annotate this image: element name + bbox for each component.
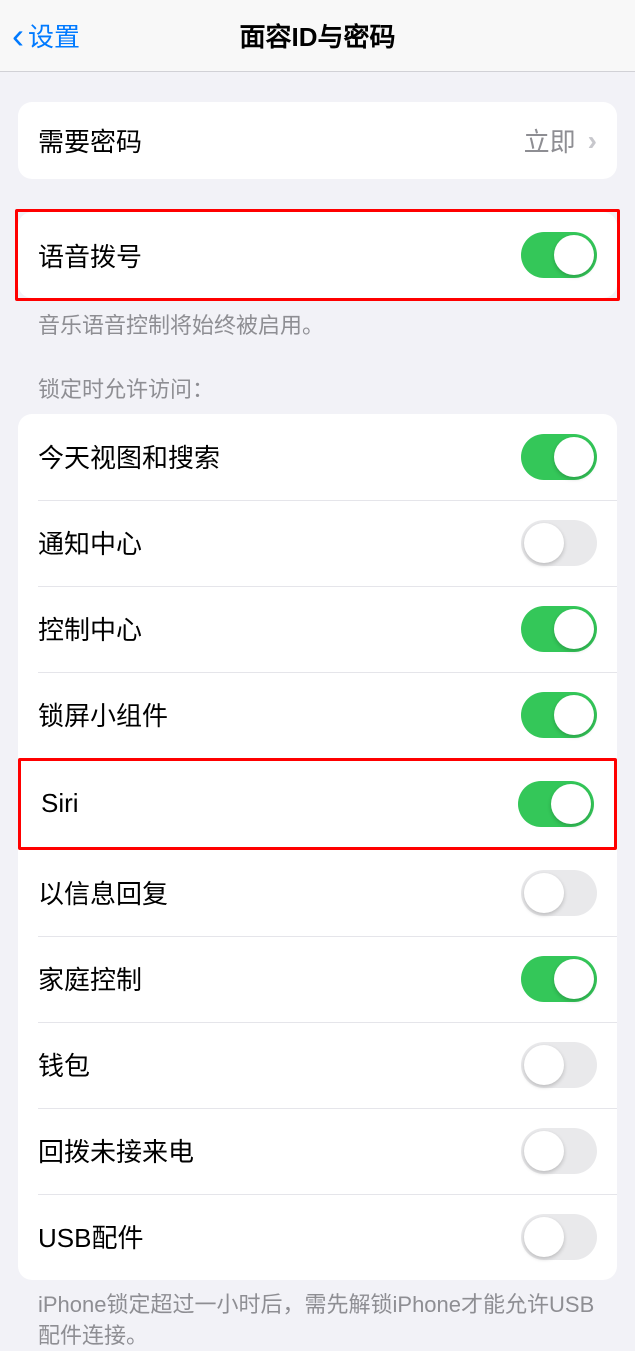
lock-item-row: 通知中心	[18, 500, 617, 586]
lock-item-toggle[interactable]	[521, 434, 597, 480]
require-passcode-row[interactable]: 需要密码 立即 ›	[18, 102, 617, 179]
toggle-knob	[554, 235, 594, 275]
toggle-knob	[524, 1045, 564, 1085]
lock-item-row: 钱包	[18, 1022, 617, 1108]
siri-highlight: Siri	[18, 758, 617, 850]
nav-header: ‹ 设置 面容ID与密码	[0, 0, 635, 72]
toggle-knob	[524, 1217, 564, 1257]
toggle-knob	[554, 609, 594, 649]
voice-dial-toggle[interactable]	[521, 232, 597, 278]
require-passcode-value-wrap: 立即 ›	[524, 122, 597, 159]
lock-item-label: 锁屏小组件	[38, 696, 168, 733]
lock-item-toggle[interactable]	[521, 606, 597, 652]
lock-item-toggle[interactable]	[521, 870, 597, 916]
require-passcode-value: 立即	[524, 122, 576, 159]
voice-dial-group: 语音拨号	[18, 212, 617, 298]
lock-item-toggle[interactable]	[521, 1042, 597, 1088]
lock-item-toggle[interactable]	[518, 781, 594, 827]
chevron-right-icon: ›	[588, 125, 597, 157]
voice-dial-row: 语音拨号	[18, 212, 617, 298]
lock-item-label: USB配件	[38, 1218, 143, 1255]
lock-item-label: 钱包	[38, 1046, 90, 1083]
lock-section-header: 锁定时允许访问：	[18, 342, 617, 414]
lock-item-row: Siri	[21, 761, 614, 847]
lock-item-label: 控制中心	[38, 610, 142, 647]
lock-item-toggle[interactable]	[521, 1128, 597, 1174]
lock-item-label: 今天视图和搜索	[38, 438, 220, 475]
passcode-group: 需要密码 立即 ›	[18, 102, 617, 179]
back-label: 设置	[28, 17, 80, 54]
voice-dial-label: 语音拨号	[38, 237, 142, 274]
lock-item-row: 家庭控制	[18, 936, 617, 1022]
lock-item-label: Siri	[41, 788, 79, 819]
lock-item-row: USB配件	[18, 1194, 617, 1280]
lock-item-toggle[interactable]	[521, 692, 597, 738]
toggle-knob	[554, 959, 594, 999]
lock-item-row: 回拨未接来电	[18, 1108, 617, 1194]
lock-access-group: 今天视图和搜索通知中心控制中心锁屏小组件 Siri 以信息回复家庭控制钱包回拨未接来…	[18, 414, 617, 1280]
lock-item-row: 以信息回复	[18, 850, 617, 936]
toggle-knob	[524, 873, 564, 913]
lock-item-row: 控制中心	[18, 586, 617, 672]
toggle-knob	[524, 523, 564, 563]
lock-section-footer: iPhone锁定超过一小时后，需先解锁iPhone才能允许USB配件连接。	[18, 1280, 617, 1351]
lock-item-label: 家庭控制	[38, 960, 142, 997]
lock-item-label: 通知中心	[38, 524, 142, 561]
back-button[interactable]: ‹ 设置	[0, 17, 80, 54]
lock-item-toggle[interactable]	[521, 520, 597, 566]
toggle-knob	[524, 1131, 564, 1171]
toggle-knob	[554, 437, 594, 477]
lock-item-row: 今天视图和搜索	[18, 414, 617, 500]
toggle-knob	[551, 784, 591, 824]
toggle-knob	[554, 695, 594, 735]
chevron-left-icon: ‹	[12, 18, 24, 54]
lock-item-label: 以信息回复	[38, 874, 168, 911]
lock-item-row: 锁屏小组件	[18, 672, 617, 758]
require-passcode-label: 需要密码	[38, 122, 142, 159]
page-title: 面容ID与密码	[239, 17, 395, 54]
voice-dial-footer: 音乐语音控制将始终被启用。	[18, 301, 617, 342]
voice-dial-highlight: 语音拨号	[15, 209, 620, 301]
lock-item-toggle[interactable]	[521, 956, 597, 1002]
lock-item-label: 回拨未接来电	[38, 1132, 194, 1169]
